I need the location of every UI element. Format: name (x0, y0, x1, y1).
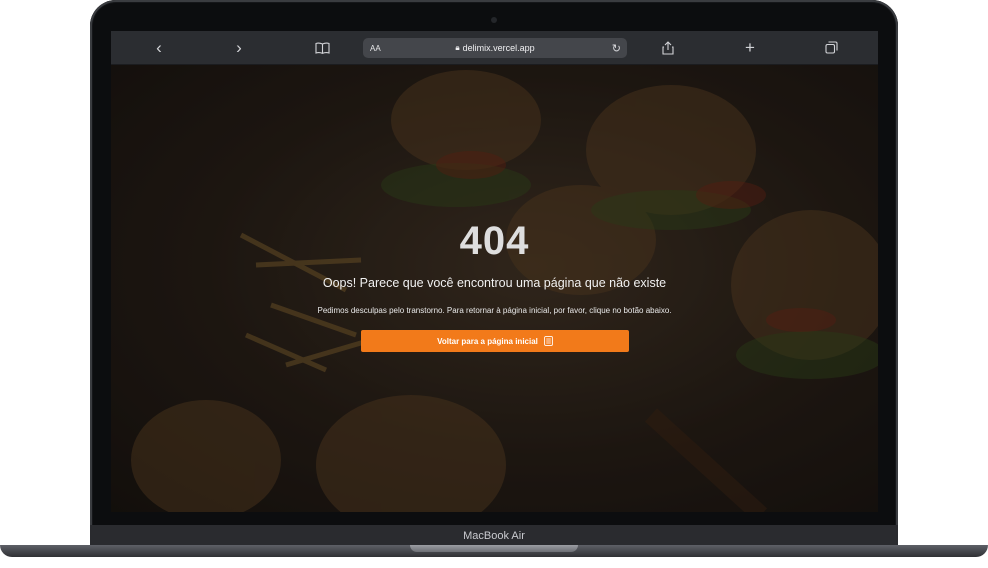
plus-icon[interactable]: + (738, 31, 762, 64)
reload-icon[interactable]: ↻ (612, 42, 621, 55)
error-description: Pedimos desculpas pelo transtorno. Para … (317, 306, 672, 315)
error-title: Oops! Parece que você encontrou uma pági… (322, 276, 667, 290)
screen: ‹ › AA 🔒︎ delimix.vercel.app ↻ + 404 Oop… (111, 31, 878, 512)
document-icon (544, 336, 553, 346)
text-size-button[interactable]: AA (370, 44, 381, 53)
browser-toolbar: ‹ › AA 🔒︎ delimix.vercel.app ↻ + (111, 31, 878, 65)
device-label: MacBook Air (463, 530, 525, 542)
laptop-notch (410, 545, 578, 552)
book-icon[interactable] (310, 31, 334, 64)
tabs-icon[interactable] (819, 31, 843, 64)
chevron-left-icon[interactable]: ‹ (147, 31, 171, 64)
lock-icon: 🔒︎ (455, 43, 460, 52)
camera-icon (491, 17, 497, 23)
chevron-right-icon[interactable]: › (227, 31, 251, 64)
address-bar[interactable]: AA 🔒︎ delimix.vercel.app ↻ (363, 38, 627, 58)
error-code: 404 (459, 219, 530, 263)
url-text: delimix.vercel.app (462, 43, 535, 53)
home-button[interactable]: Voltar para a página inicial (361, 330, 629, 352)
home-button-label: Voltar para a página inicial (437, 336, 538, 346)
share-icon[interactable] (656, 31, 680, 64)
